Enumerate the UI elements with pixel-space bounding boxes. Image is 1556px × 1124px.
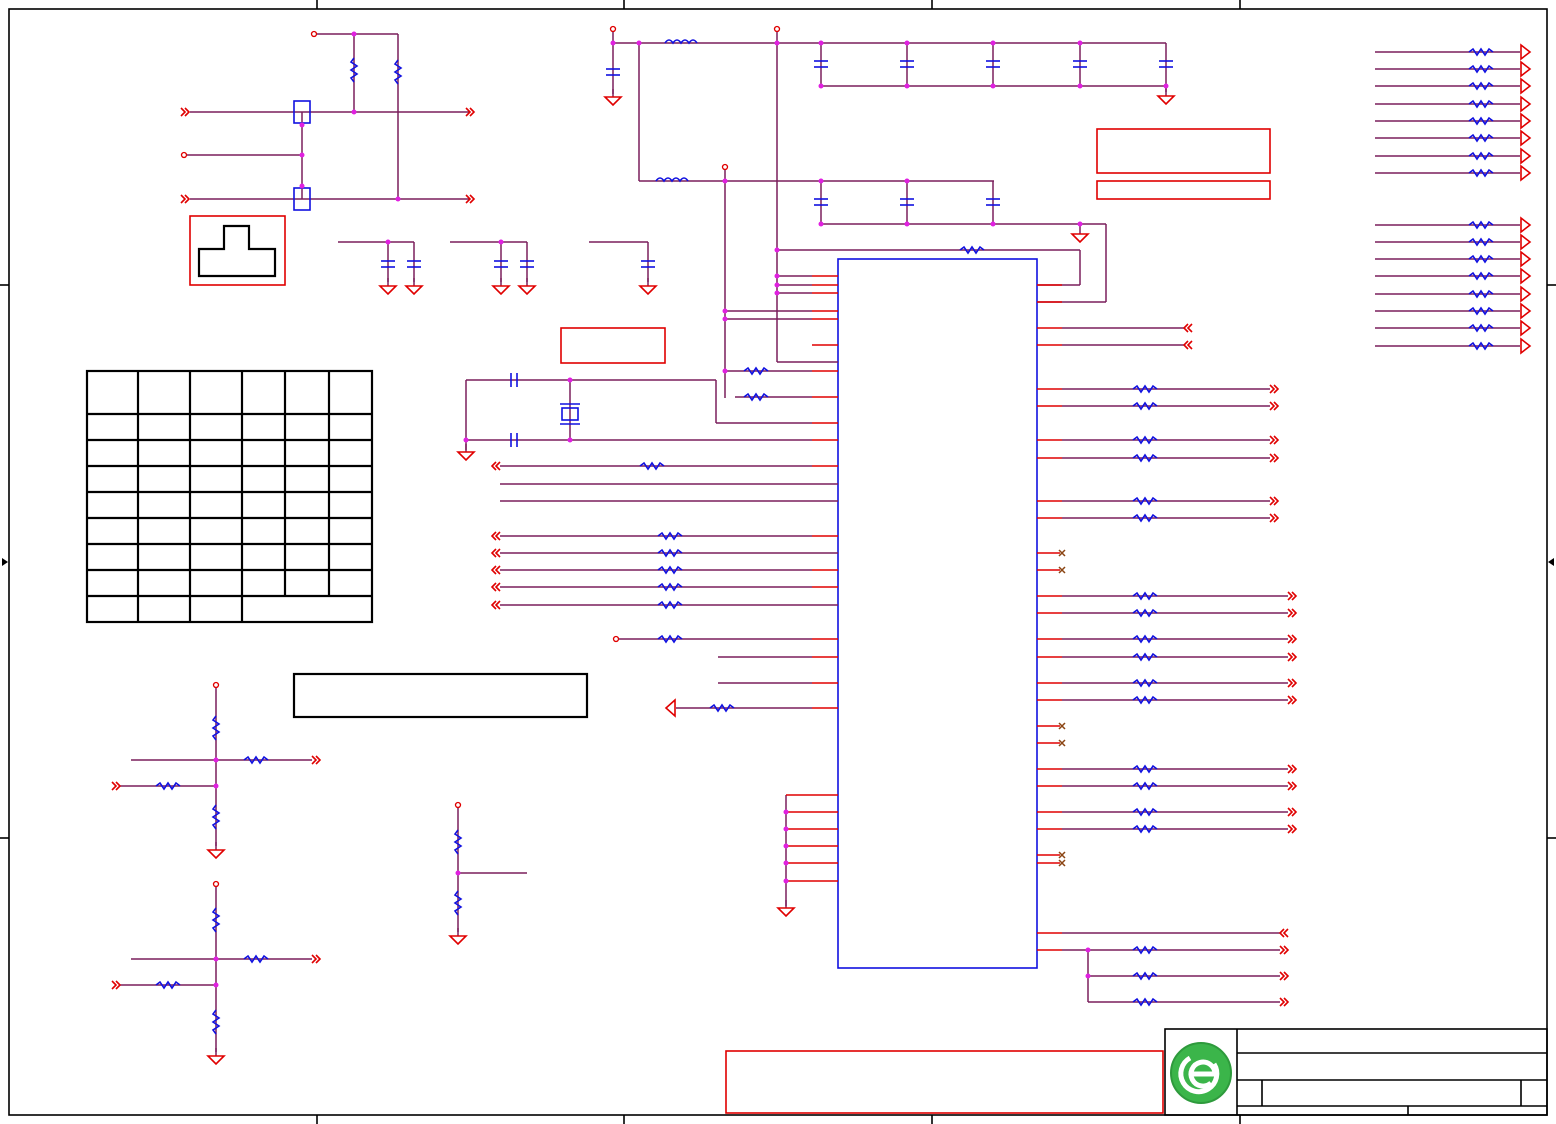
annotation-box-3 <box>560 327 666 364</box>
company-logo-icon <box>1170 1042 1232 1104</box>
main-ic-body <box>837 258 1038 969</box>
power-filter-network <box>604 25 1175 398</box>
connector-resistor-array-1 <box>1375 44 1531 181</box>
voltage-divider <box>449 801 527 945</box>
ic-left-pins-power <box>722 273 838 424</box>
sheet-border <box>0 0 1556 1124</box>
decoupling-caps-row <box>338 239 657 295</box>
annotation-box-1 <box>1096 128 1271 174</box>
revision-notes-box <box>725 1050 1164 1114</box>
connector-resistor-array-2 <box>1375 217 1531 354</box>
bias-network-2 <box>111 880 321 1065</box>
connector-outline-box <box>189 215 286 286</box>
ic-left-pins-ground <box>777 794 838 917</box>
schematic-sheet <box>0 0 1556 1124</box>
level-shifter-circuit <box>180 30 475 211</box>
configuration-table <box>85 369 374 624</box>
note-box <box>292 672 589 719</box>
annotation-box-2 <box>1096 180 1271 200</box>
ic-right-pins <box>1037 284 1297 1007</box>
bias-network-1 <box>111 681 321 859</box>
ic-left-pins-signals <box>491 461 838 718</box>
crystal-oscillator <box>457 372 838 461</box>
